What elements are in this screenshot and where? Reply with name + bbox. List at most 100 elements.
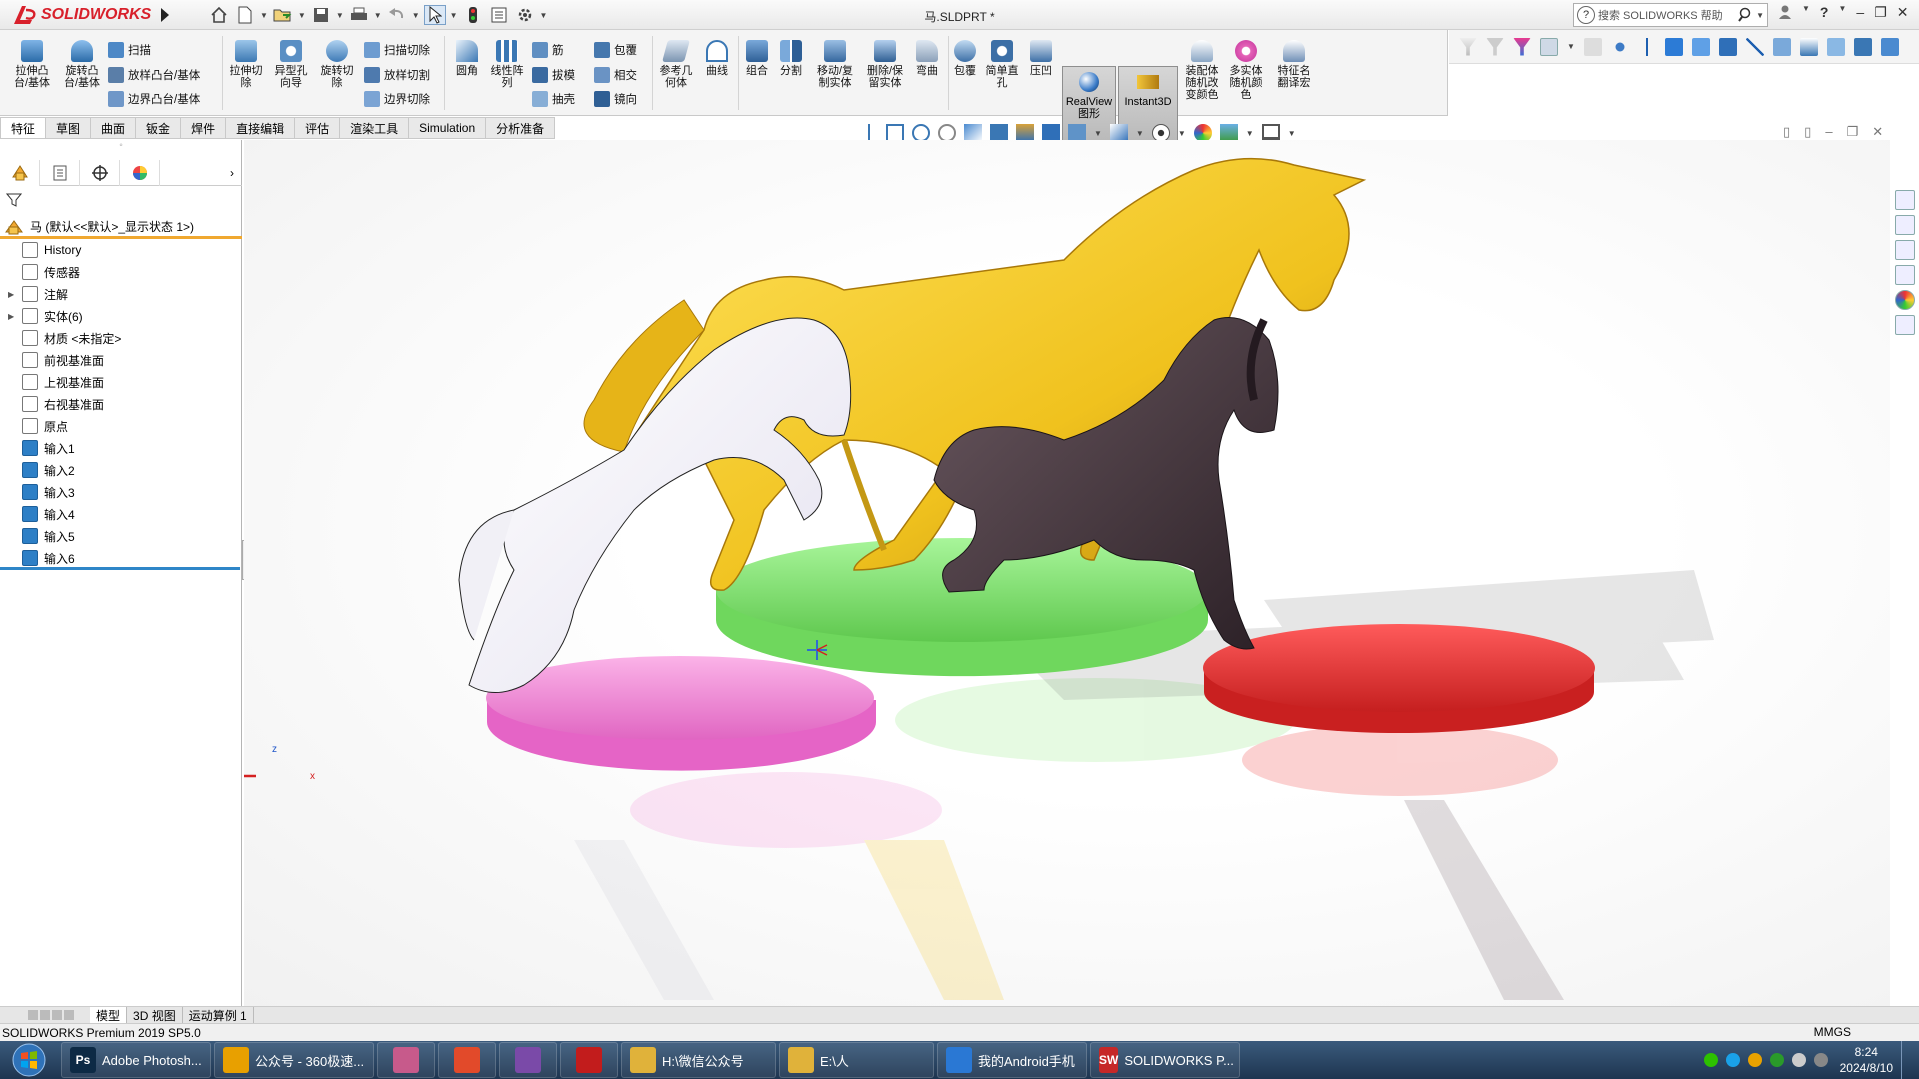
show-desktop-button[interactable] xyxy=(1901,1041,1911,1079)
ime-tray-icon[interactable] xyxy=(1813,1053,1828,1067)
panel-grip[interactable]: ◦ xyxy=(0,140,242,160)
solid-filter-icon[interactable] xyxy=(1718,37,1737,56)
tab-9[interactable]: 分析准备 xyxy=(486,117,556,139)
tree-item[interactable]: 输入5 xyxy=(0,525,242,547)
menu-expand-arrow-icon[interactable] xyxy=(158,6,172,24)
qq-tray-icon[interactable] xyxy=(1725,1053,1740,1067)
draft-button[interactable]: 拔模 xyxy=(532,65,575,85)
tree-filter[interactable] xyxy=(5,192,236,214)
volume-tray-icon[interactable] xyxy=(1791,1053,1806,1067)
search-input[interactable]: 搜索 SOLIDWORKS 帮助 xyxy=(1598,7,1738,23)
options-gear-icon[interactable] xyxy=(514,5,536,25)
taskbar-app-button[interactable]: 公众号 - 360极速... xyxy=(214,1042,374,1078)
clear-selection-icon[interactable] xyxy=(1583,37,1602,56)
feature-name-translate-button[interactable]: 特征名 翻译宏 xyxy=(1272,40,1316,89)
flex-button[interactable]: 弯曲 xyxy=(912,40,942,77)
custom-properties-icon[interactable] xyxy=(1895,315,1915,335)
chevron-down-icon[interactable]: ▼ xyxy=(1136,129,1144,138)
boundary-cut-button[interactable]: 边界切除 xyxy=(364,89,430,109)
feature-manager-tab[interactable] xyxy=(0,160,40,186)
taskbar-app-button[interactable]: SW SOLIDWORKS P... xyxy=(1090,1042,1240,1078)
tree-item[interactable]: ▶ 注解 xyxy=(0,283,242,305)
chevron-down-icon[interactable]: ▼ xyxy=(1838,4,1846,21)
file-properties-icon[interactable] xyxy=(488,5,510,25)
taskbar-app-button[interactable]: E:\人 xyxy=(779,1042,934,1078)
restore-button[interactable]: ❐ xyxy=(1874,4,1887,21)
search-icon[interactable] xyxy=(1738,7,1754,23)
chevron-down-icon[interactable]: ▼ xyxy=(540,11,548,20)
multibody-random-color-button[interactable]: 多实体 随机颜 色 xyxy=(1226,40,1266,101)
bottom-tab-2[interactable]: 运动算例 1 xyxy=(183,1006,254,1024)
chevron-down-icon[interactable]: ▼ xyxy=(1094,129,1102,138)
taskbar-app-button[interactable] xyxy=(377,1042,435,1078)
chevron-down-icon[interactable]: ▼ xyxy=(1178,129,1186,138)
indent-button[interactable]: 压凹 xyxy=(1026,40,1056,77)
tree-root-part[interactable]: 马 (默认<<默认>_显示状态 1>) xyxy=(0,217,242,239)
expand-arrow-icon[interactable]: ▶ xyxy=(8,290,18,299)
close-button[interactable]: ✕ xyxy=(1872,124,1883,140)
tab-3[interactable]: 钣金 xyxy=(136,117,182,139)
move-copy-body-button[interactable]: 移动/复 制实体 xyxy=(810,40,860,89)
taskbar-app-button[interactable]: 我的Android手机 xyxy=(937,1042,1087,1078)
chevron-down-icon[interactable]: ▼ xyxy=(450,11,458,20)
taskbar-app-button[interactable]: H:\微信公众号 xyxy=(621,1042,776,1078)
tab-0[interactable]: 特征 xyxy=(0,117,47,139)
chevron-down-icon[interactable]: ▼ xyxy=(1246,129,1254,138)
tree-item[interactable]: History xyxy=(0,239,242,261)
curves-button[interactable]: 曲线 xyxy=(700,40,734,77)
print-icon[interactable] xyxy=(348,5,370,25)
tree-item[interactable]: 前视基准面 xyxy=(0,349,242,371)
tile-left-icon[interactable]: ▯ xyxy=(1783,124,1790,140)
combine-button[interactable]: 组合 xyxy=(742,40,772,77)
chevron-down-icon[interactable]: ▼ xyxy=(374,11,382,20)
lofted-cut-button[interactable]: 放样切割 xyxy=(364,65,430,85)
tree-item[interactable]: 原点 xyxy=(0,415,242,437)
new-file-icon[interactable] xyxy=(234,5,256,25)
extrude-boss-button[interactable]: 拉伸凸 台/基体 xyxy=(8,40,56,89)
sketch-filter-icon[interactable] xyxy=(1853,37,1872,56)
annotation-filter-icon[interactable] xyxy=(1880,37,1899,56)
start-button[interactable] xyxy=(0,1041,58,1079)
wechat-tray-icon[interactable] xyxy=(1703,1053,1718,1067)
home-icon[interactable] xyxy=(1895,190,1915,210)
tree-item[interactable]: 材质 <未指定> xyxy=(0,327,242,349)
solidworks-logo[interactable]: SOLIDWORKS xyxy=(12,3,155,27)
open-file-icon[interactable] xyxy=(272,5,294,25)
select-cursor-icon[interactable] xyxy=(423,5,446,25)
bottom-tab-1[interactable]: 3D 视图 xyxy=(127,1006,183,1024)
chevron-down-icon[interactable]: ▼ xyxy=(1802,4,1810,21)
tree-item[interactable]: 传感器 xyxy=(0,261,242,283)
rollback-bar[interactable] xyxy=(0,567,240,570)
display-manager-tab[interactable] xyxy=(120,160,160,186)
tab-2[interactable]: 曲面 xyxy=(91,117,137,139)
loft-boss-button[interactable]: 放样凸台/基体 xyxy=(108,65,200,85)
view-palette-icon[interactable] xyxy=(1895,265,1915,285)
split-button[interactable]: 分割 xyxy=(776,40,806,77)
tree-item[interactable]: 输入4 xyxy=(0,503,242,525)
tab-7[interactable]: 渲染工具 xyxy=(340,117,410,139)
tab-5[interactable]: 直接编辑 xyxy=(226,117,296,139)
swept-cut-button[interactable]: 扫描切除 xyxy=(364,40,430,60)
chevron-down-icon[interactable]: ▼ xyxy=(1756,11,1764,20)
axis-filter-icon[interactable] xyxy=(1745,37,1764,56)
select-arrow-icon[interactable] xyxy=(1540,37,1558,56)
help-question-icon[interactable]: ? xyxy=(1820,4,1829,21)
property-manager-tab[interactable] xyxy=(40,160,80,186)
user-icon[interactable] xyxy=(1778,4,1792,20)
tree-item[interactable]: 输入1 xyxy=(0,437,242,459)
surface-filter-icon[interactable] xyxy=(1691,37,1710,56)
taskbar-app-button[interactable] xyxy=(499,1042,557,1078)
linear-pattern-button[interactable]: 线性阵 列 xyxy=(488,40,526,89)
panel-more-arrow-icon[interactable]: › xyxy=(160,160,242,186)
tree-item[interactable]: ▶ 实体(6) xyxy=(0,305,242,327)
wrap-feature-button[interactable]: 包覆 xyxy=(950,40,980,77)
random-assembly-color-button[interactable]: 装配体 随机改 变颜色 xyxy=(1182,40,1222,101)
taskbar-app-button[interactable] xyxy=(560,1042,618,1078)
tree-item[interactable]: 输入2 xyxy=(0,459,242,481)
revolve-cut-button[interactable]: 旋转切 除 xyxy=(316,40,358,89)
filter-off-icon[interactable] xyxy=(1486,37,1504,56)
tree-item[interactable]: 输入6 xyxy=(0,547,242,569)
chevron-down-icon[interactable]: ▼ xyxy=(1567,42,1575,51)
chevron-down-icon[interactable]: ▼ xyxy=(1288,129,1296,138)
chevron-down-icon[interactable]: ▼ xyxy=(412,11,420,20)
